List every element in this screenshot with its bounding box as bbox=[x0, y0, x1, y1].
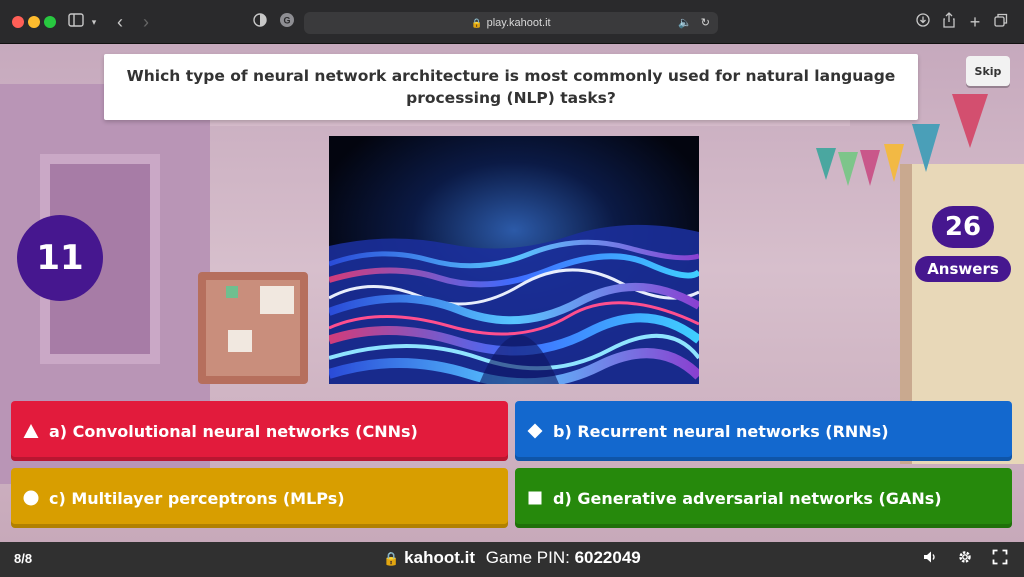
reload-icon[interactable]: ↻ bbox=[701, 17, 710, 29]
circle-icon bbox=[23, 490, 39, 506]
chevron-down-icon[interactable]: ▾ bbox=[88, 12, 100, 32]
answer-option-label: c) Multilayer perceptrons (MLPs) bbox=[49, 488, 345, 508]
answer-option-a[interactable]: a) Convolutional neural networks (CNNs) bbox=[11, 401, 508, 461]
background-corkboard bbox=[198, 272, 308, 384]
forward-icon[interactable]: › bbox=[138, 12, 154, 32]
answer-option-d[interactable]: d) Generative adversarial networks (GANs… bbox=[515, 468, 1012, 528]
zoom-window-button[interactable] bbox=[44, 16, 56, 28]
game-stage: Which type of neural network architectur… bbox=[0, 44, 1024, 542]
audio-icon[interactable]: 🔈 bbox=[678, 17, 692, 29]
lock-icon: 🔒 bbox=[471, 18, 483, 28]
answers-label: Answers bbox=[915, 256, 1011, 282]
volume-icon[interactable] bbox=[920, 549, 940, 569]
address-bar[interactable]: 🔒 play.kahoot.it 🔈 ↻ bbox=[304, 12, 718, 34]
answer-option-label: b) Recurrent neural networks (RNNs) bbox=[553, 421, 889, 441]
background-note bbox=[228, 330, 252, 352]
shield-icon[interactable] bbox=[252, 12, 268, 32]
answers-count: 26 bbox=[932, 206, 994, 248]
back-icon[interactable]: ‹ bbox=[112, 12, 128, 32]
lock-icon: 🔒 bbox=[383, 551, 400, 566]
answer-option-b[interactable]: b) Recurrent neural networks (RNNs) bbox=[515, 401, 1012, 461]
background-note bbox=[226, 286, 238, 298]
share-icon[interactable] bbox=[940, 12, 958, 32]
tabs-icon[interactable] bbox=[992, 12, 1010, 32]
background-note bbox=[260, 286, 294, 314]
svg-text:G: G bbox=[283, 16, 290, 26]
countdown-timer: 11 bbox=[17, 215, 103, 301]
background-flag bbox=[816, 148, 836, 180]
fullscreen-icon[interactable] bbox=[990, 549, 1010, 569]
grammarly-icon[interactable]: G bbox=[278, 12, 296, 32]
answer-option-c[interactable]: c) Multilayer perceptrons (MLPs) bbox=[11, 468, 508, 528]
diamond-icon bbox=[527, 423, 543, 439]
background-flag bbox=[952, 94, 988, 148]
neural-waves-image bbox=[329, 136, 699, 384]
background-flag bbox=[838, 152, 858, 186]
url-text: play.kahoot.it bbox=[486, 17, 551, 29]
background-flag bbox=[884, 144, 904, 182]
question-image bbox=[329, 136, 699, 384]
minimize-window-button[interactable] bbox=[28, 16, 40, 28]
close-window-button[interactable] bbox=[12, 16, 24, 28]
answer-option-label: a) Convolutional neural networks (CNNs) bbox=[49, 421, 418, 441]
pin-label: Game PIN: bbox=[485, 548, 570, 567]
download-icon[interactable] bbox=[914, 12, 932, 32]
sidebar-icon[interactable] bbox=[68, 12, 84, 32]
answer-option-label: d) Generative adversarial networks (GANs… bbox=[553, 488, 942, 508]
pin-value: 6022049 bbox=[574, 548, 641, 567]
square-icon bbox=[528, 491, 542, 505]
new-tab-icon[interactable]: + bbox=[966, 12, 984, 32]
game-footer: 8/8 🔒 kahoot.it Game PIN: 6022049 bbox=[0, 542, 1024, 577]
background-flag bbox=[912, 124, 940, 172]
game-pin-info: 🔒 kahoot.it Game PIN: 6022049 bbox=[0, 548, 1024, 568]
skip-button[interactable]: Skip bbox=[966, 56, 1010, 86]
settings-icon[interactable] bbox=[955, 549, 975, 569]
triangle-icon bbox=[23, 424, 39, 438]
question-box: Which type of neural network architectur… bbox=[104, 54, 918, 120]
question-text: Which type of neural network architectur… bbox=[126, 67, 896, 107]
browser-toolbar: ▾ ‹ › G 🔒 play.kahoot.it 🔈 ↻ + bbox=[0, 0, 1024, 44]
kahoot-domain: kahoot.it bbox=[404, 548, 475, 567]
background-flag bbox=[860, 150, 880, 186]
